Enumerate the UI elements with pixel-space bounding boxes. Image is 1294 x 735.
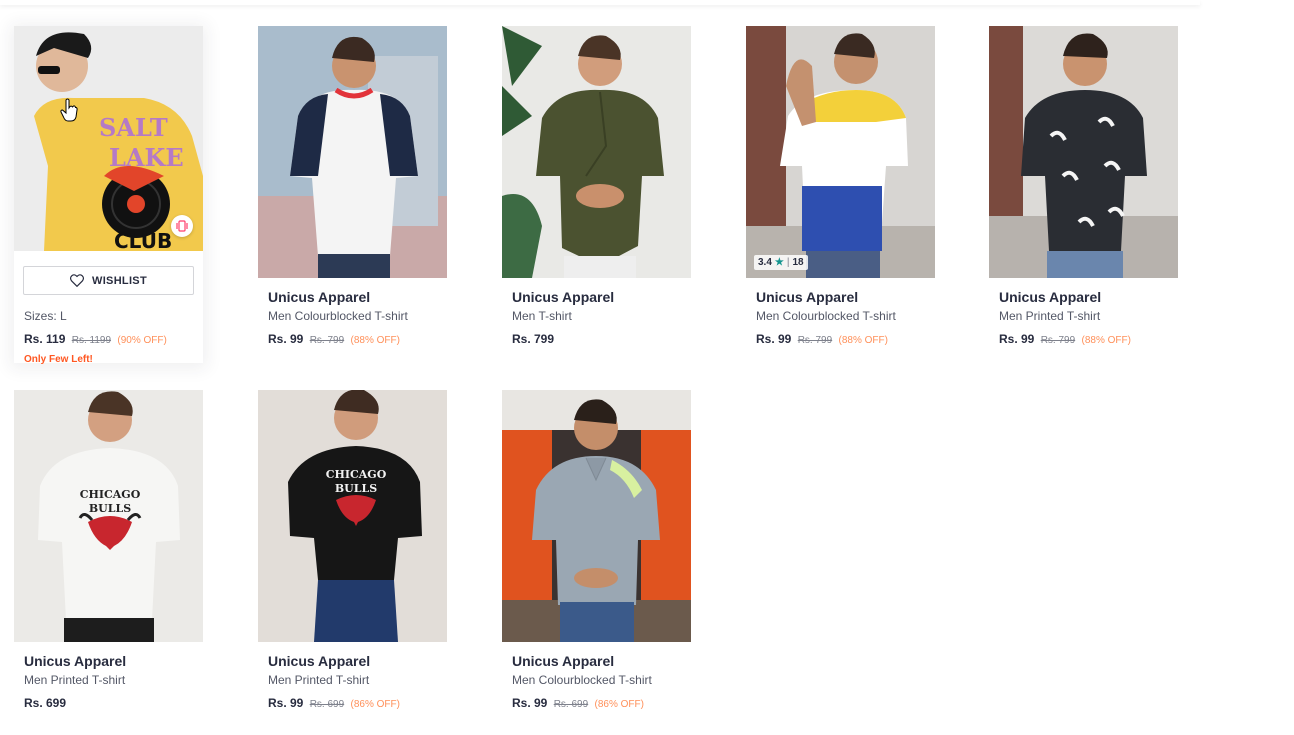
product-name: Men Colourblocked T-shirt — [756, 309, 896, 323]
product-image[interactable] — [502, 390, 691, 642]
discount: (86% OFF) — [594, 699, 644, 710]
svg-text:BULLS: BULLS — [335, 482, 377, 495]
product-name: Men Colourblocked T-shirt — [268, 309, 408, 323]
svg-text:BULLS: BULLS — [89, 502, 131, 515]
rating-badge: 3.4 ★ | 18 — [754, 255, 808, 270]
product-brand: Unicus Apparel — [512, 653, 615, 669]
product-card[interactable]: Unicus Apparel Men Colourblocked T-shirt… — [502, 390, 691, 712]
rating-count: 18 — [792, 257, 804, 268]
product-image[interactable] — [989, 26, 1178, 278]
product-brand: Unicus Apparel — [756, 289, 859, 305]
discount: (86% OFF) — [350, 699, 400, 710]
discount: (90% OFF) — [117, 335, 167, 346]
product-name: Men T-shirt — [512, 309, 572, 323]
wishlist-button[interactable]: WISHLIST — [23, 266, 194, 295]
similar-products-icon — [176, 220, 188, 232]
product-name: Men Printed T-shirt — [999, 309, 1101, 323]
price-row: Rs. 99 Rs. 699 (86% OFF) — [268, 696, 437, 712]
price: Rs. 99 — [512, 696, 548, 710]
product-card[interactable]: Unicus Apparel Men Printed T-shirt Rs. 9… — [989, 26, 1178, 348]
price: Rs. 119 — [24, 332, 66, 346]
discount: (88% OFF) — [350, 335, 400, 346]
heart-icon — [70, 274, 85, 287]
discount: (88% OFF) — [1081, 335, 1131, 346]
product-card[interactable]: 3.4 ★ | 18 Unicus Apparel Men Colourbloc… — [746, 26, 935, 348]
product-brand: Unicus Apparel — [999, 289, 1102, 305]
product-brand: Unicus Apparel — [24, 653, 127, 669]
mrp: Rs. 699 — [553, 699, 589, 710]
product-image[interactable]: CHICAGO BULLS — [14, 390, 203, 642]
price-row: Rs. 99 Rs. 699 (86% OFF) — [512, 696, 681, 712]
product-image[interactable]: CHICAGO BULLS — [258, 390, 447, 642]
svg-text:CLUB: CLUB — [114, 229, 172, 251]
price: Rs. 99 — [999, 332, 1035, 346]
product-brand: Unicus Apparel — [512, 289, 615, 305]
price: Rs. 799 — [512, 332, 555, 346]
price-row: Rs. 119 Rs. 1199 (90% OFF) — [24, 332, 203, 348]
svg-text:CHICAGO: CHICAGO — [80, 488, 141, 501]
product-image[interactable]: 3.4 ★ | 18 — [746, 26, 935, 278]
product-name: Men Printed T-shirt — [268, 673, 370, 687]
stock-warning: Only Few Left! — [24, 354, 93, 365]
product-brand: Unicus Apparel — [268, 653, 371, 669]
wishlist-label: WISHLIST — [92, 274, 147, 287]
product-image[interactable] — [502, 26, 691, 278]
product-image[interactable]: SALT LAKE CLUB — [14, 26, 203, 251]
price-row: Rs. 799 — [512, 332, 681, 347]
mrp: Rs. 799 — [797, 335, 833, 346]
mrp: Rs. 799 — [309, 335, 345, 346]
product-brand: Unicus Apparel — [268, 289, 371, 305]
price-row: Rs. 99 Rs. 799 (88% OFF) — [999, 332, 1168, 348]
product-name: Men Colourblocked T-shirt — [512, 673, 652, 687]
svg-text:SALT: SALT — [99, 113, 168, 142]
product-card[interactable]: CHICAGO BULLS Unicus Apparel Men Printed… — [14, 390, 203, 711]
mrp: Rs. 1199 — [71, 335, 112, 346]
product-card[interactable]: CHICAGO BULLS Unicus Apparel Men Printed… — [258, 390, 447, 712]
product-card-hovered[interactable]: SALT LAKE CLUB WISHLIST Sizes: L Rs. 119… — [14, 26, 203, 365]
price-row: Rs. 699 — [24, 696, 193, 711]
product-name: Men Printed T-shirt — [24, 673, 126, 687]
rating-value: 3.4 — [758, 257, 772, 268]
similar-products-button[interactable] — [171, 215, 193, 237]
sizes-text: Sizes: L — [24, 309, 67, 323]
price: Rs. 99 — [268, 332, 304, 346]
price: Rs. 99 — [756, 332, 792, 346]
rating-separator: | — [786, 257, 790, 268]
price: Rs. 699 — [24, 696, 67, 710]
price: Rs. 99 — [268, 696, 304, 710]
product-image[interactable] — [258, 26, 447, 278]
hand-cursor-icon — [60, 98, 78, 122]
mrp: Rs. 799 — [1040, 335, 1076, 346]
star-icon: ★ — [774, 257, 784, 268]
top-divider — [0, 0, 1200, 5]
product-card[interactable]: Unicus Apparel Men T-shirt Rs. 799 — [502, 26, 691, 347]
discount: (88% OFF) — [838, 335, 888, 346]
price-row: Rs. 99 Rs. 799 (88% OFF) — [268, 332, 437, 348]
svg-text:CHICAGO: CHICAGO — [326, 468, 387, 481]
price-row: Rs. 99 Rs. 799 (88% OFF) — [756, 332, 925, 348]
mrp: Rs. 699 — [309, 699, 345, 710]
product-card[interactable]: Unicus Apparel Men Colourblocked T-shirt… — [258, 26, 447, 348]
